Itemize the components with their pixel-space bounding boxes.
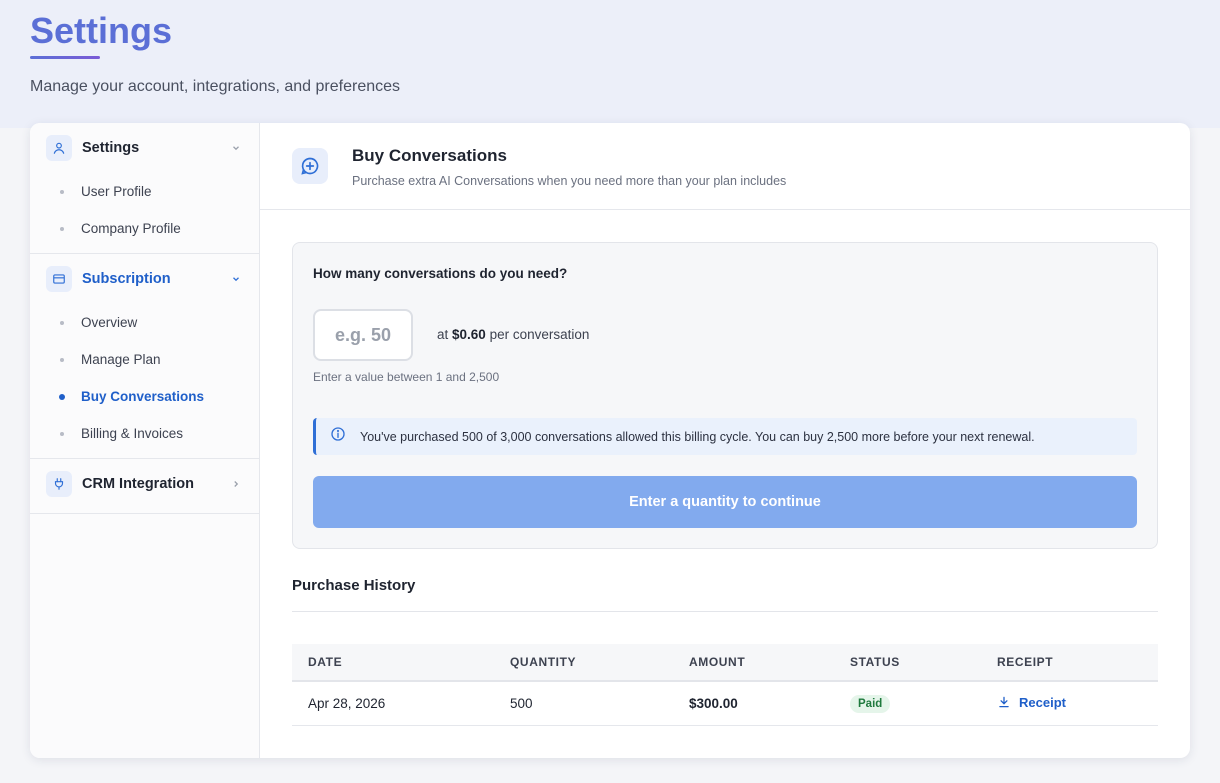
price-suffix: per conversation bbox=[485, 327, 590, 342]
sidebar-item-billing-invoices[interactable]: Billing & Invoices bbox=[30, 415, 259, 452]
column-header-receipt: RECEIPT bbox=[997, 655, 1054, 669]
sidebar-item-label: Overview bbox=[81, 315, 138, 330]
sidebar-item-label: Company Profile bbox=[81, 221, 181, 236]
bullet-dot bbox=[60, 431, 64, 436]
chat-plus-icon bbox=[292, 148, 328, 184]
panel-header: Buy Conversations Purchase extra AI Conv… bbox=[260, 123, 1190, 210]
page-subtitle: Manage your account, integrations, and p… bbox=[30, 78, 401, 95]
sidebar-item-label: User Profile bbox=[81, 184, 152, 199]
column-header-amount: AMOUNT bbox=[689, 655, 746, 669]
column-header-date: DATE bbox=[308, 655, 343, 669]
settings-card: Settings User Profile Company Profile Su… bbox=[30, 123, 1190, 758]
sidebar-section-subscription: Subscription Overview Manage Plan Buy Co… bbox=[30, 254, 259, 459]
sidebar: Settings User Profile Company Profile Su… bbox=[30, 123, 260, 758]
sidebar-item-label: Billing & Invoices bbox=[81, 426, 184, 441]
receipt-link-label: Receipt bbox=[1019, 694, 1066, 710]
main-panel: Buy Conversations Purchase extra AI Conv… bbox=[260, 123, 1190, 758]
cell-status: Paid bbox=[834, 694, 981, 713]
purchase-history-title: Purchase History bbox=[292, 577, 416, 594]
credit-card-icon bbox=[46, 266, 72, 292]
cell-amount: $300.00 bbox=[689, 696, 738, 711]
buy-form: How many conversations do you need? at $… bbox=[292, 242, 1158, 549]
sidebar-item-overview[interactable]: Overview bbox=[30, 304, 259, 341]
info-icon bbox=[330, 426, 346, 447]
price-line: at $0.60 per conversation bbox=[437, 327, 589, 342]
chevron-right-icon bbox=[229, 477, 243, 491]
cell-receipt: Receipt bbox=[981, 695, 1158, 713]
page-title: Settings bbox=[30, 10, 173, 51]
panel-title: Buy Conversations bbox=[352, 146, 507, 165]
quantity-hint: Enter a value between 1 and 2,500 bbox=[313, 370, 500, 384]
receipt-link[interactable]: Receipt bbox=[997, 695, 1066, 710]
table-header: DATE QUANTITY AMOUNT STATUS RECEIPT bbox=[292, 644, 1158, 682]
price-prefix: at bbox=[437, 327, 453, 342]
bullet-dot bbox=[60, 320, 64, 325]
info-banner: You've purchased 500 of 3,000 conversati… bbox=[313, 418, 1137, 455]
column-header-quantity: QUANTITY bbox=[510, 655, 577, 669]
sidebar-section-label: Settings bbox=[82, 140, 140, 156]
plug-icon bbox=[46, 471, 72, 497]
title-underline bbox=[30, 56, 100, 59]
cell-date: Apr 28, 2026 bbox=[308, 696, 386, 711]
sidebar-section-settings: Settings User Profile Company Profile bbox=[30, 123, 259, 254]
user-icon bbox=[46, 135, 72, 161]
info-text: You've purchased 500 of 3,000 conversati… bbox=[360, 429, 1035, 444]
sidebar-item-label: Manage Plan bbox=[81, 352, 161, 367]
sidebar-section-subscription-header[interactable]: Subscription bbox=[30, 254, 259, 304]
chevron-down-icon bbox=[229, 141, 243, 155]
page-hero bbox=[0, 0, 1220, 128]
continue-button[interactable]: Enter a quantity to continue bbox=[313, 476, 1137, 528]
bullet-dot bbox=[60, 357, 64, 362]
download-icon bbox=[999, 696, 1009, 708]
quantity-input[interactable] bbox=[313, 309, 413, 361]
sidebar-item-company-profile[interactable]: Company Profile bbox=[30, 210, 259, 247]
sidebar-section-label: CRM Integration bbox=[82, 476, 194, 492]
sidebar-item-manage-plan[interactable]: Manage Plan bbox=[30, 341, 259, 378]
purchase-history-table: DATE QUANTITY AMOUNT STATUS RECEIPT Apr … bbox=[292, 644, 1158, 726]
column-header-status: STATUS bbox=[850, 655, 900, 669]
bullet-dot bbox=[60, 189, 64, 194]
cell-quantity: 500 bbox=[510, 696, 533, 711]
table-row: Apr 28, 2026 500 $300.00 Paid Receipt bbox=[292, 682, 1158, 726]
sidebar-item-label: Buy Conversations bbox=[81, 389, 205, 404]
bullet-dot bbox=[60, 226, 64, 231]
unit-price: $0.60 bbox=[452, 327, 486, 342]
bullet-dot bbox=[59, 393, 65, 400]
sidebar-item-buy-conversations[interactable]: Buy Conversations bbox=[30, 378, 259, 415]
panel-subtitle: Purchase extra AI Conversations when you… bbox=[352, 174, 787, 188]
sidebar-section-settings-header[interactable]: Settings bbox=[30, 123, 259, 173]
sidebar-item-user-profile[interactable]: User Profile bbox=[30, 173, 259, 210]
status-badge: Paid bbox=[850, 694, 891, 713]
quantity-question: How many conversations do you need? bbox=[313, 266, 568, 281]
sidebar-section-crm-header[interactable]: CRM Integration bbox=[30, 459, 259, 509]
chevron-down-icon bbox=[229, 272, 243, 286]
sidebar-section-crm: CRM Integration bbox=[30, 459, 259, 514]
sidebar-section-label: Subscription bbox=[82, 271, 171, 287]
divider bbox=[292, 611, 1158, 612]
